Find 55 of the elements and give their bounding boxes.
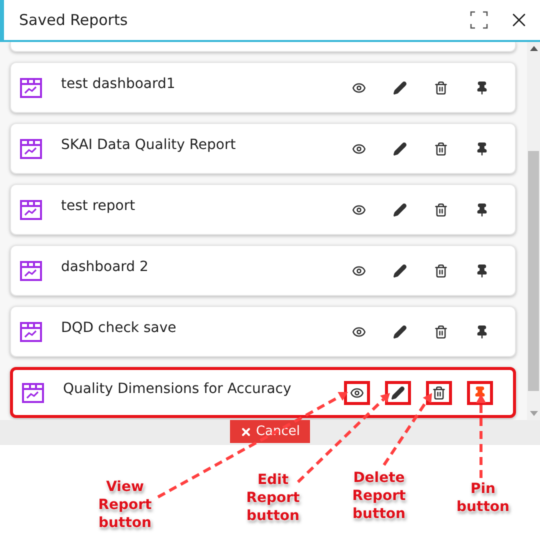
pencil-icon <box>393 202 407 216</box>
trash-icon <box>434 264 448 278</box>
dashboard-chart-icon <box>20 138 42 158</box>
pin-icon <box>473 386 487 400</box>
trash-icon <box>434 142 448 156</box>
maximize-button[interactable] <box>468 9 490 31</box>
scrollbar-thumb[interactable] <box>528 151 539 391</box>
dashboard-chart-icon <box>20 78 42 98</box>
pencil-icon <box>393 80 407 94</box>
pin-icon <box>475 264 489 278</box>
scrollbar[interactable] <box>527 42 540 420</box>
eye-icon <box>352 142 366 156</box>
trash-icon <box>434 202 448 216</box>
callout-label: View Report button <box>97 478 153 532</box>
callout-label: Edit Report button <box>245 471 301 525</box>
eye-icon <box>352 202 366 216</box>
report-name: SKAI Data Quality Report <box>61 136 237 155</box>
eye-icon <box>352 324 366 338</box>
report-card[interactable]: test report <box>10 184 516 235</box>
report-name: DQD check save <box>61 319 178 338</box>
pin-icon <box>475 202 489 216</box>
close-icon <box>240 426 252 438</box>
pin-icon <box>475 142 489 156</box>
report-name: Quality Dimensions for Accuracy <box>63 380 292 399</box>
dashboard-chart-icon <box>20 260 42 280</box>
eye-icon <box>352 80 366 94</box>
pencil-icon <box>393 264 407 278</box>
trash-icon <box>434 80 448 94</box>
report-card[interactable]: SKAI Data Quality Report <box>10 123 516 174</box>
callout-label: Delete Report button <box>351 469 407 523</box>
callout-label: Pin button <box>456 480 510 516</box>
report-card[interactable]: Quality Dimensions for Accuracy <box>10 367 516 418</box>
dialog-title: Saved Reports <box>19 10 129 31</box>
maximize-icon <box>470 11 488 29</box>
scroll-up-icon[interactable] <box>530 46 538 51</box>
report-name: dashboard 2 <box>61 258 150 277</box>
eye-icon <box>350 386 364 400</box>
dashboard-chart-icon <box>22 382 44 402</box>
dashboard-chart-icon <box>20 322 42 342</box>
trash-icon <box>432 386 446 400</box>
trash-icon <box>434 324 448 338</box>
report-card[interactable]: dashboard 2 <box>10 245 516 296</box>
report-card[interactable]: test dashboard1 <box>10 62 516 113</box>
eye-icon <box>352 264 366 278</box>
dashboard-chart-icon <box>20 200 42 220</box>
report-name: test report <box>61 197 136 216</box>
pencil-icon <box>391 386 405 400</box>
view-button[interactable] <box>344 380 370 404</box>
pencil-icon <box>393 142 407 156</box>
report-card[interactable]: DQD check save <box>10 306 516 357</box>
pin-icon <box>475 324 489 338</box>
pin-icon <box>475 80 489 94</box>
pencil-icon <box>393 324 407 338</box>
cancel-button[interactable]: Cancel <box>230 420 310 443</box>
report-name: test dashboard1 <box>61 75 176 94</box>
